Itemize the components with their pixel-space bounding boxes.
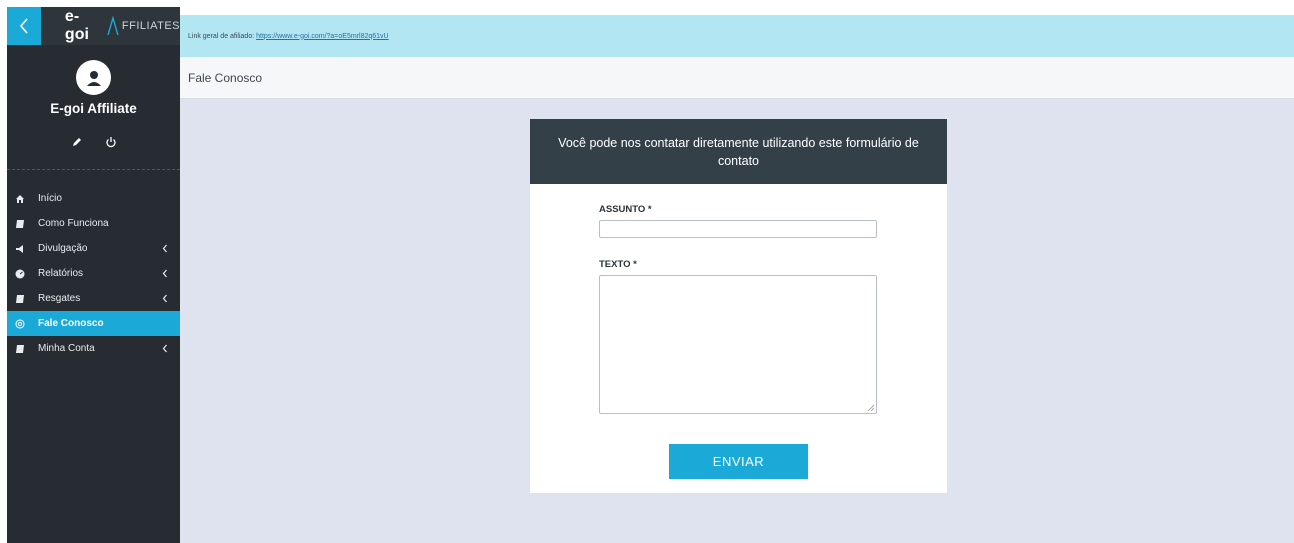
at-icon (15, 319, 25, 329)
affiliate-link[interactable]: https://www.e-goi.com/?a=oE5mrl82q61vU (256, 33, 388, 40)
logo-a-icon (107, 16, 119, 36)
sidebar-item-inicio[interactable]: Início (7, 186, 180, 211)
chevron-left-icon (162, 244, 167, 253)
page-header: Fale Conosco (180, 57, 1294, 99)
logout-button[interactable] (105, 136, 117, 148)
text-label: TEXTO * (599, 259, 637, 270)
sidebar-item-label: Resgates (38, 293, 81, 304)
book-icon (15, 294, 25, 304)
profile-panel: E-goi Affiliate (7, 45, 180, 170)
sidebar-item-fale-conosco[interactable]: Fale Conosco (7, 311, 180, 336)
sidebar-item-label: Relatórios (38, 268, 84, 279)
sidebar-item-relatorios[interactable]: Relatórios (7, 261, 180, 286)
book-icon (15, 344, 25, 354)
sidebar-item-label: Divulgação (38, 243, 88, 254)
dashboard-icon (15, 269, 25, 279)
chevron-left-icon (19, 18, 28, 34)
affiliate-link-label: Link geral de afiliado: (188, 32, 255, 40)
logo: e-goi FFILIATES (65, 8, 180, 44)
send-button[interactable]: ENVIAR (669, 444, 808, 479)
resize-grip-icon[interactable] (867, 404, 874, 411)
logo-sub-text: FFILIATES (121, 20, 180, 32)
main-content: Você pode nos contatar diretamente utili… (180, 99, 1294, 543)
subject-input[interactable] (599, 220, 877, 238)
sidebar-item-label: Como Funciona (38, 218, 109, 229)
user-icon (86, 70, 101, 86)
sidebar-item-divulgacao[interactable]: Divulgação (7, 236, 180, 261)
sidebar-item-label: Início (38, 193, 62, 204)
pencil-icon (72, 138, 81, 146)
back-button[interactable] (7, 7, 41, 45)
sidebar-item-minha-conta[interactable]: Minha Conta (7, 336, 180, 361)
contact-form-card: Você pode nos contatar diretamente utili… (530, 119, 947, 493)
chevron-left-icon (162, 269, 167, 278)
sidebar-item-como-funciona[interactable]: Como Funciona (7, 211, 180, 236)
sidebar-item-label: Fale Conosco (38, 318, 104, 329)
profile-actions (7, 136, 180, 148)
home-icon (15, 194, 25, 204)
sidebar-item-resgates[interactable]: Resgates (7, 286, 180, 311)
subject-label: ASSUNTO * (599, 204, 652, 215)
bullhorn-icon (15, 244, 25, 254)
affiliate-link-text: Link geral de afiliado: https://www.e-go… (188, 33, 389, 40)
text-textarea[interactable] (599, 275, 877, 414)
page-title: Fale Conosco (188, 70, 263, 85)
power-icon (105, 137, 116, 148)
contact-form-heading: Você pode nos contatar diretamente utili… (530, 119, 947, 184)
chevron-left-icon (162, 294, 167, 303)
sidebar-item-label: Minha Conta (38, 343, 95, 354)
edit-profile-button[interactable] (71, 136, 83, 148)
affiliate-link-bar: Link geral de afiliado: https://www.e-go… (180, 15, 1294, 57)
book-icon (15, 219, 25, 229)
profile-name: E-goi Affiliate (50, 101, 137, 116)
chevron-left-icon (162, 344, 167, 353)
avatar (76, 60, 111, 95)
logo-main-text: e-goi (64, 8, 89, 43)
sidebar: e-goi FFILIATES E-goi Affiliate Início C… (7, 7, 180, 543)
sidebar-menu: Início Como Funciona Divulgação Relatóri… (7, 170, 180, 361)
brand-bar: e-goi FFILIATES (7, 7, 180, 45)
